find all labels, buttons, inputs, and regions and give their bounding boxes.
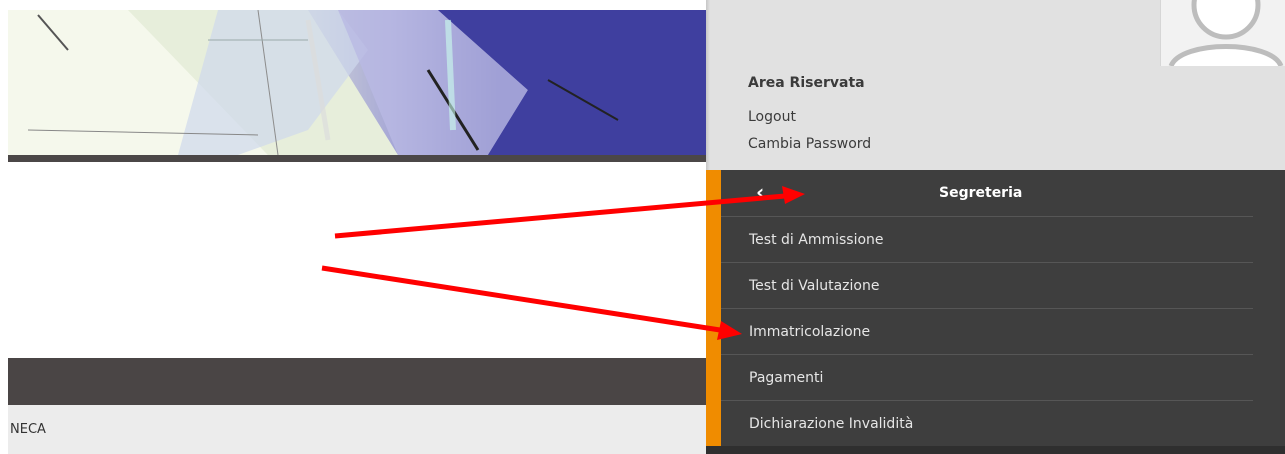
- red-arrow-icon: [334, 186, 805, 239]
- red-arrow-icon: [321, 265, 742, 340]
- annotation-arrows: [321, 186, 805, 340]
